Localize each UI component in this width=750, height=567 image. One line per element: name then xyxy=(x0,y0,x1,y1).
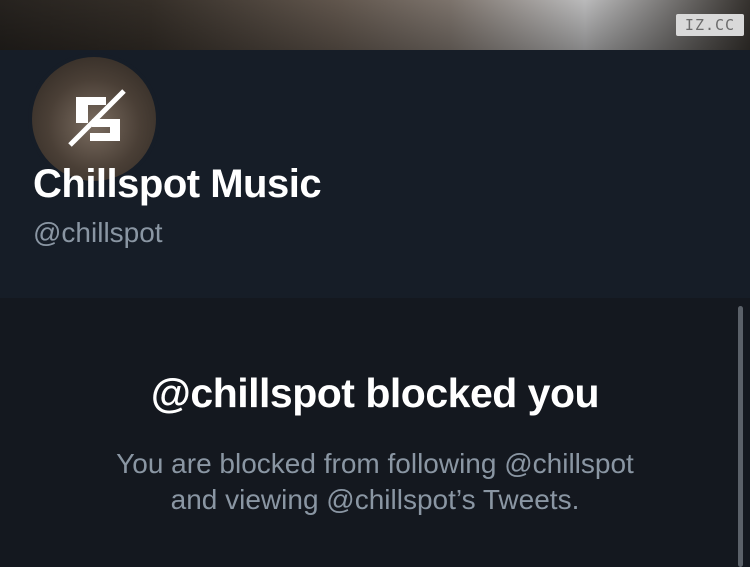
blocked-notice: @chillspot blocked you You are blocked f… xyxy=(0,298,750,567)
profile-handle: @chillspot xyxy=(33,217,163,248)
blocked-message-line1: You are blocked from following @chillspo… xyxy=(116,448,634,479)
blocked-message: You are blocked from following @chillspo… xyxy=(0,446,750,518)
blocked-title: @chillspot blocked you xyxy=(150,370,600,416)
chillspot-logo-icon xyxy=(68,89,126,147)
banner-license-plate: IZ.CC xyxy=(676,14,744,36)
profile-header: Chillspot Music @chillspot xyxy=(0,50,750,298)
scrollbar[interactable] xyxy=(738,306,743,567)
profile-banner[interactable]: IZ.CC xyxy=(0,0,750,50)
profile-name: Chillspot Music xyxy=(33,162,322,206)
banner-shade xyxy=(0,0,750,50)
blocked-message-line2: and viewing @chillspot’s Tweets. xyxy=(170,484,580,515)
